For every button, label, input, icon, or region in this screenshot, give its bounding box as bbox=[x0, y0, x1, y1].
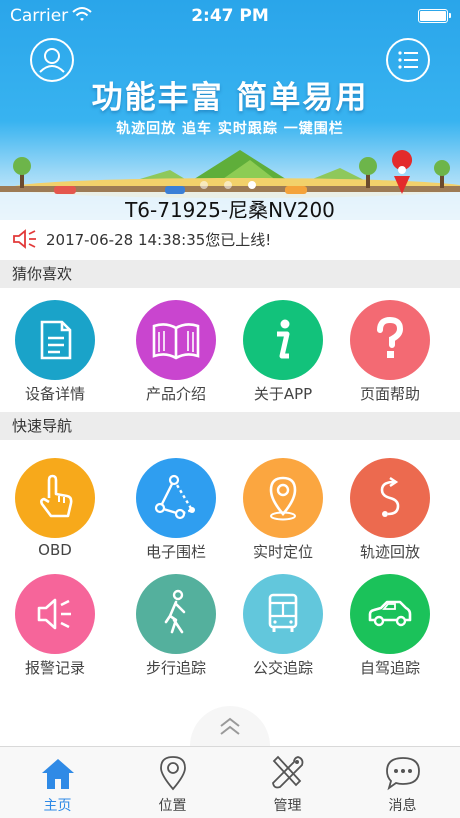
home-icon bbox=[42, 759, 74, 789]
battery-icon bbox=[418, 9, 451, 23]
device-details-button[interactable]: 设备详情 bbox=[0, 300, 110, 404]
vehicle-plate-label: T6-71925-尼桑NV200 bbox=[125, 198, 335, 220]
banner-subtitle: 轨迹回放 追车 实时跟踪 一键围栏 bbox=[116, 121, 344, 137]
quick-nav-item-label: OBD bbox=[38, 541, 72, 559]
carousel-page-indicator[interactable] bbox=[200, 181, 260, 191]
tab-manage-label: 管理 bbox=[273, 798, 302, 814]
bottom-tab-bar: 主页 位置 管理 消息 bbox=[0, 746, 460, 818]
alarm-record-button[interactable]: 报警记录 bbox=[0, 574, 110, 678]
tab-home-label: 主页 bbox=[43, 798, 72, 814]
track-replay-icon bbox=[380, 477, 400, 517]
user-icon bbox=[39, 48, 65, 73]
carousel-dot[interactable] bbox=[200, 181, 208, 189]
obd-button[interactable]: OBD bbox=[0, 458, 110, 562]
realtime-location-button[interactable]: 实时定位 bbox=[228, 458, 338, 562]
chat-bubble-icon bbox=[386, 757, 420, 791]
quick-nav-item-label: 公交追踪 bbox=[252, 659, 313, 677]
quick-nav-section-title: 快速导航 bbox=[0, 412, 460, 440]
tab-location-label: 位置 bbox=[158, 798, 187, 814]
quick-nav-item-label: 实时定位 bbox=[252, 543, 313, 561]
quick-nav-item-label: 步行追踪 bbox=[145, 659, 206, 677]
quick-nav-item-icon bbox=[350, 574, 430, 654]
tab-messages[interactable]: 消息 bbox=[345, 747, 460, 818]
quick-nav-item-label: 报警记录 bbox=[24, 659, 85, 677]
info-icon bbox=[277, 319, 290, 359]
side-menu-button[interactable] bbox=[386, 38, 430, 82]
quick-nav-item-label: 电子围栏 bbox=[145, 543, 206, 561]
tab-home[interactable]: 主页 bbox=[0, 747, 115, 818]
quick-nav-item-label: 自驾追踪 bbox=[359, 659, 420, 677]
carousel-dot[interactable] bbox=[224, 181, 232, 189]
self-drive-tracking-button[interactable]: 自驾追踪 bbox=[335, 574, 445, 678]
quick-nav-item-icon bbox=[15, 458, 95, 538]
bus-tracking-button[interactable]: 公交追踪 bbox=[228, 574, 338, 678]
geofence-icon bbox=[154, 474, 195, 520]
car-icon bbox=[368, 600, 412, 627]
favorites-item-label: 关于APP bbox=[253, 385, 313, 403]
document-icon bbox=[40, 320, 72, 360]
hand-pointer-icon bbox=[40, 474, 73, 518]
tools-icon bbox=[272, 755, 304, 789]
favorites-item-label: 页面帮助 bbox=[359, 385, 420, 403]
tab-messages-label: 消息 bbox=[388, 798, 417, 814]
track-replay-button[interactable]: 轨迹回放 bbox=[335, 458, 445, 562]
favorites-item-icon bbox=[136, 300, 216, 380]
product-intro-button[interactable]: 产品介绍 bbox=[121, 300, 231, 404]
carousel-dot-active[interactable] bbox=[248, 181, 256, 189]
favorites-section-title: 猜你喜欢 bbox=[0, 260, 460, 288]
alarm-speaker-icon bbox=[37, 598, 71, 630]
notice-text: 2017-06-28 14:38:35您已上线! bbox=[46, 231, 272, 249]
quick-nav-item-icon bbox=[136, 574, 216, 654]
geofence-button[interactable]: 电子围栏 bbox=[121, 458, 231, 562]
favorites-item-label: 设备详情 bbox=[24, 385, 85, 403]
quick-nav-item-icon bbox=[350, 458, 430, 538]
about-app-button[interactable]: 关于APP bbox=[228, 300, 338, 404]
favorites-item-icon bbox=[15, 300, 95, 380]
favorites-item-label: 产品介绍 bbox=[145, 385, 206, 403]
user-profile-button[interactable] bbox=[30, 38, 74, 82]
speaker-icon bbox=[13, 229, 36, 249]
location-pin-icon bbox=[269, 476, 297, 521]
banner-carousel[interactable]: 功能丰富 简单易用 轨迹回放 追车 实时跟踪 一键围栏 T6-71925-尼桑N… bbox=[0, 0, 460, 220]
quick-nav-item-icon bbox=[15, 574, 95, 654]
open-book-icon bbox=[152, 323, 200, 360]
location-icon bbox=[160, 756, 186, 791]
online-notice: 2017-06-28 14:38:35您已上线! bbox=[0, 220, 460, 258]
status-bar: Carrier 2:47 PM bbox=[0, 0, 460, 32]
quick-nav-item-icon bbox=[136, 458, 216, 538]
clock-label: 2:47 PM bbox=[191, 6, 269, 26]
favorites-item-icon bbox=[243, 300, 323, 380]
double-chevron-up-icon bbox=[220, 717, 240, 735]
walking-icon bbox=[164, 589, 186, 634]
quick-nav-item-icon bbox=[243, 458, 323, 538]
page-help-button[interactable]: 页面帮助 bbox=[335, 300, 445, 404]
menu-list-icon bbox=[398, 51, 418, 69]
favorites-item-icon bbox=[350, 300, 430, 380]
walking-tracking-button[interactable]: 步行追踪 bbox=[121, 574, 231, 678]
tab-location[interactable]: 位置 bbox=[115, 747, 230, 818]
quick-nav-item-icon bbox=[243, 574, 323, 654]
tab-manage[interactable]: 管理 bbox=[230, 747, 345, 818]
quick-nav-item-label: 轨迹回放 bbox=[359, 543, 420, 561]
question-icon bbox=[377, 316, 404, 358]
pull-up-handle[interactable] bbox=[190, 706, 270, 746]
bus-icon bbox=[268, 593, 298, 632]
